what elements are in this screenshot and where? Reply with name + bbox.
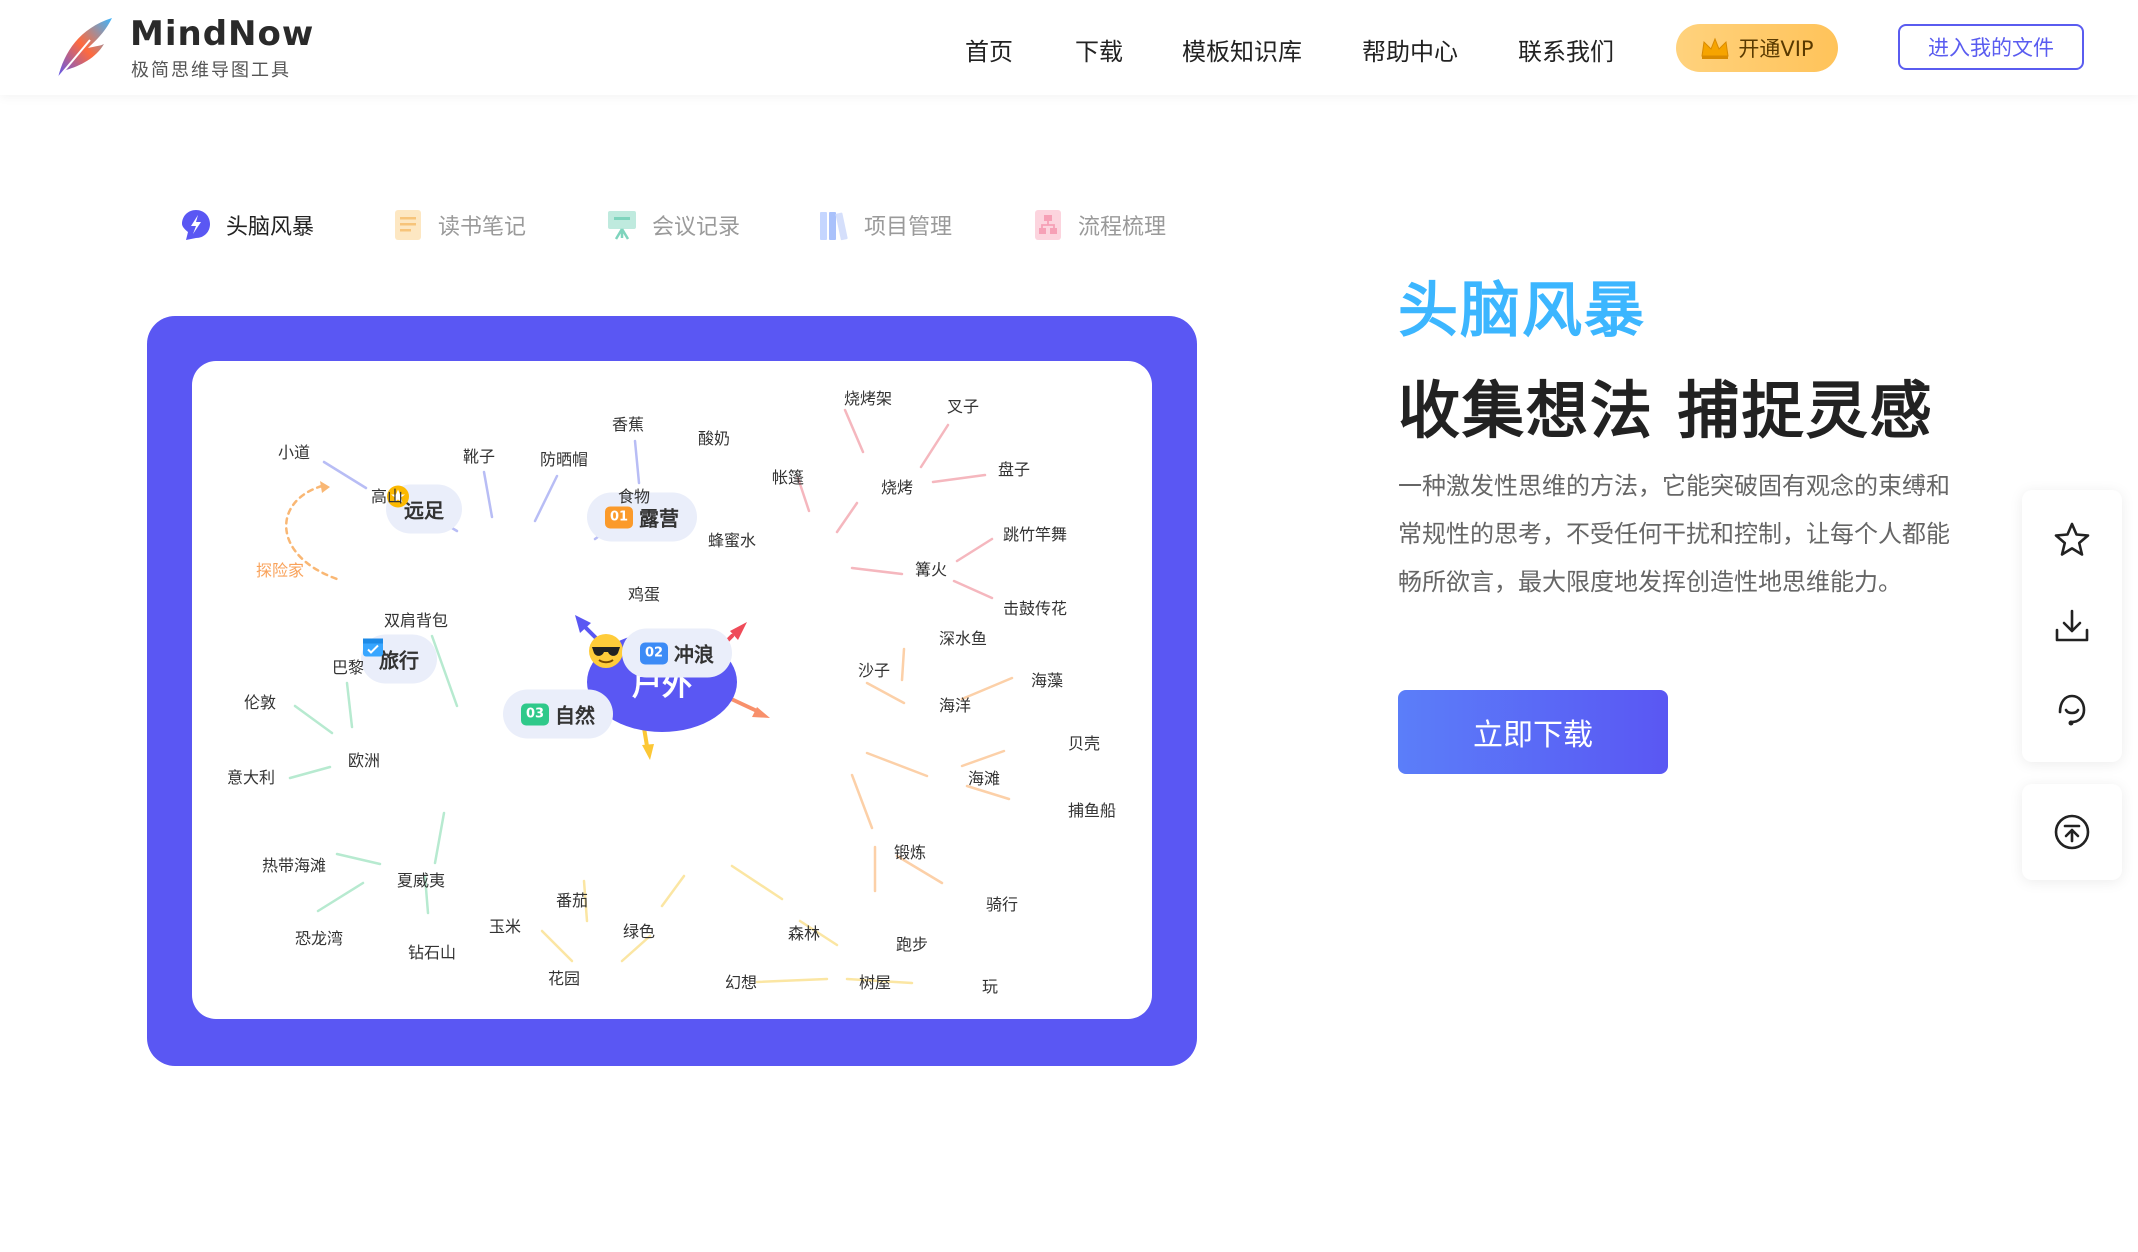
presentation-icon [606, 208, 638, 242]
mindmap-node: 跳竹竿舞 [1002, 525, 1068, 544]
mindmap-node: 跑步 [895, 935, 929, 954]
tab-meeting-notes[interactable]: 会议记录 [606, 208, 740, 242]
sunglasses-emoji-icon [589, 634, 623, 668]
mindmap-node: 钻石山 [407, 943, 457, 962]
mindmap-node: 海洋 [938, 696, 972, 715]
mindmap-node: 骑行 [985, 895, 1019, 914]
brand-name: MindNow [130, 14, 315, 54]
number-badge: 01 [605, 506, 633, 528]
hero-title: 收集想法 捕捉灵感 [1398, 374, 1934, 447]
nav-help[interactable]: 帮助中心 [1362, 32, 1458, 67]
tab-project-management[interactable]: 项目管理 [818, 208, 952, 242]
mindmap-node: 热带海滩 [261, 856, 327, 875]
number-badge: 03 [521, 703, 549, 725]
mindmap-node: 捕鱼船 [1067, 801, 1117, 820]
mindmap-node: 双肩背包 [383, 611, 449, 630]
mindmap-node: 绿色 [622, 922, 656, 941]
mindmap-preview: 户外 远足 01 露营 旅行 02 冲浪 03 自然 小道 高山 靴子 防晒帽 … [192, 361, 1152, 1019]
mindmap-node: 小道 [277, 443, 311, 462]
back-to-top-panel [2022, 784, 2122, 880]
mindmap-node: 森林 [787, 924, 821, 943]
mindmap-node: 意大利 [226, 768, 276, 787]
mindmap-node: 深水鱼 [938, 629, 988, 648]
mindmap-node: 帐篷 [771, 468, 805, 487]
nav-download[interactable]: 下载 [1075, 32, 1123, 67]
mindmap-node: 贝壳 [1067, 734, 1101, 753]
branch-label: 冲浪 [674, 642, 714, 667]
mindmap-node: 篝火 [914, 560, 948, 579]
nav-home[interactable]: 首页 [965, 32, 1013, 67]
feather-icon [57, 18, 112, 79]
calendar-badge-icon [363, 638, 383, 657]
vip-button[interactable]: 开通VIP [1676, 24, 1838, 72]
mindmap-node: 夏威夷 [396, 871, 446, 890]
branch-label: 旅行 [379, 648, 419, 673]
branch-surfing: 02 冲浪 [622, 628, 732, 678]
branch-label: 自然 [555, 703, 595, 728]
support-icon[interactable] [2052, 690, 2092, 730]
mindmap-node: 蜂蜜水 [707, 531, 757, 550]
mindmap-node: 鸡蛋 [627, 585, 661, 604]
crown-icon [1701, 37, 1729, 59]
tab-process-flow[interactable]: 流程梳理 [1032, 208, 1166, 242]
mindmap-node: 欧洲 [347, 751, 381, 770]
floating-toolbar [2022, 490, 2122, 762]
mindmap-node: 烧烤 [880, 478, 914, 497]
mindmap-node: 玩 [981, 977, 999, 996]
mindmap-node: 靴子 [462, 447, 496, 466]
mindmap-node: 香蕉 [611, 415, 645, 434]
mindmap-node: 食物 [617, 487, 651, 506]
mindmap-node: 海藻 [1030, 671, 1064, 690]
tab-reading-notes[interactable]: 读书笔记 [392, 208, 526, 242]
header: MindNow 极简思维导图工具 首页 下载 模板知识库 帮助中心 联系我们 开… [0, 0, 2138, 95]
brand-tagline: 极简思维导图工具 [131, 60, 291, 81]
my-files-button[interactable]: 进入我的文件 [1898, 24, 2084, 70]
mindmap-node: 伦敦 [243, 693, 277, 712]
mindmap-node: 玉米 [488, 917, 522, 936]
notebook-icon [392, 208, 424, 242]
tab-label: 项目管理 [864, 215, 953, 240]
tab-label: 会议记录 [652, 215, 741, 240]
nav-contact[interactable]: 联系我们 [1518, 32, 1614, 67]
nav-templates[interactable]: 模板知识库 [1182, 32, 1302, 67]
branch-nature: 03 自然 [503, 689, 613, 739]
tab-brainstorm[interactable]: 头脑风暴 [180, 208, 314, 242]
mindmap-node: 探险家 [255, 561, 305, 580]
branch-label: 远足 [404, 498, 444, 523]
back-to-top-icon[interactable] [2052, 812, 2092, 852]
mindmap-node: 巴黎 [331, 658, 365, 677]
mindmap-preview-frame: 户外 远足 01 露营 旅行 02 冲浪 03 自然 小道 高山 靴子 防晒帽 … [147, 316, 1197, 1066]
books-icon [818, 208, 850, 242]
mindmap-node: 幻想 [724, 973, 758, 992]
mindmap-node: 番茄 [555, 891, 589, 910]
star-icon[interactable] [2052, 520, 2092, 560]
download-now-button[interactable]: 立即下载 [1398, 690, 1668, 774]
mindmap-node: 酸奶 [697, 429, 731, 448]
mindmap-node: 沙子 [857, 661, 891, 680]
number-badge: 02 [640, 642, 668, 664]
tab-label: 流程梳理 [1078, 215, 1167, 240]
hero-description: 一种激发性思维的方法，它能突破固有观念的束缚和常规性的思考，不受任何干扰和控制，… [1398, 472, 1950, 596]
download-icon[interactable] [2052, 606, 2092, 646]
mindmap-node: 防晒帽 [539, 450, 589, 469]
mindmap-node: 锻炼 [893, 843, 927, 862]
mindmap-node: 高山 [370, 487, 404, 506]
tab-label: 读书笔记 [438, 215, 527, 240]
mindmap-node: 盘子 [997, 460, 1031, 479]
lightning-icon [180, 208, 212, 242]
hero-tag: 头脑风暴 [1398, 276, 1646, 346]
mindmap-node: 花园 [547, 969, 581, 988]
branch-travel: 旅行 [361, 634, 437, 684]
flow-icon [1032, 208, 1064, 242]
mindmap-node: 烧烤架 [843, 389, 893, 408]
mindmap-node: 叉子 [946, 397, 980, 416]
mindmap-node: 击鼓传花 [1002, 599, 1068, 618]
mindmap-node: 树屋 [858, 973, 892, 992]
vip-label: 开通VIP [1738, 37, 1814, 61]
mindmap-node: 海滩 [967, 769, 1001, 788]
mindmap-node: 恐龙湾 [294, 929, 344, 948]
brand-logo[interactable] [50, 12, 120, 82]
tab-label: 头脑风暴 [226, 215, 315, 240]
